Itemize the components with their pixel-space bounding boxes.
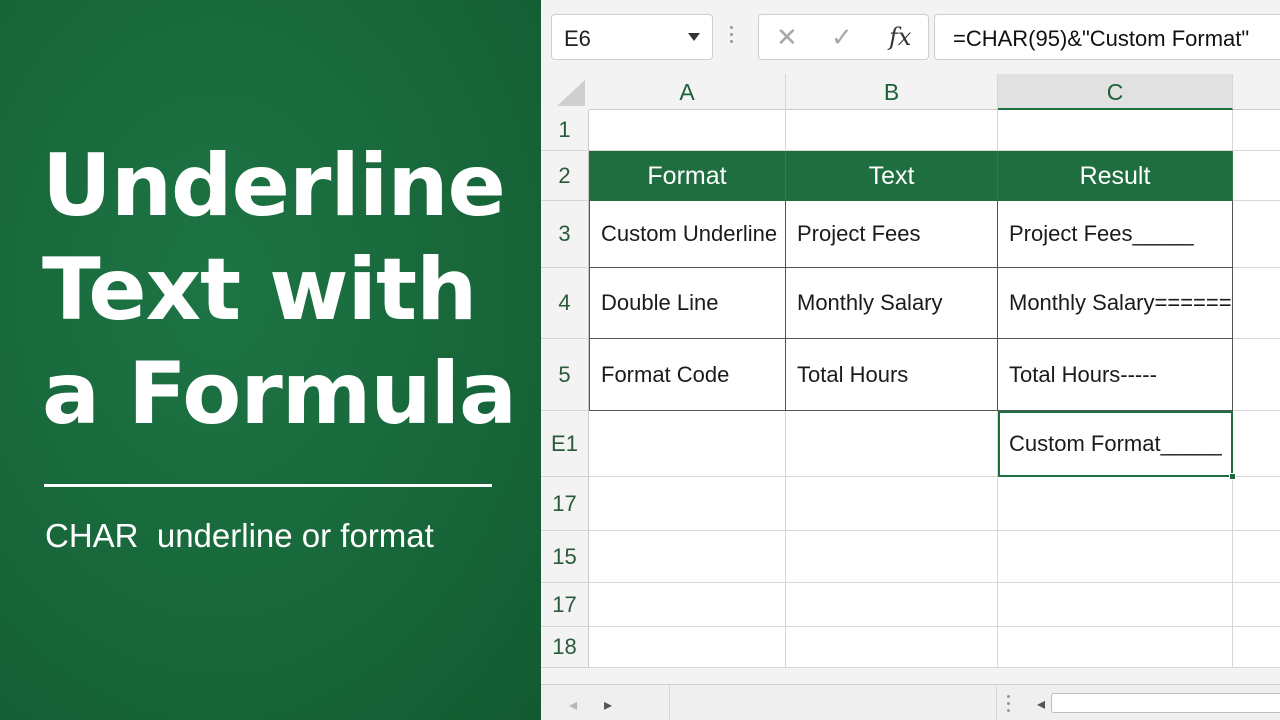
- cell-d[interactable]: [1233, 151, 1280, 201]
- cell-b[interactable]: [786, 531, 998, 583]
- cell-a[interactable]: [589, 531, 786, 583]
- formula-input[interactable]: =CHAR(95)&"Custom Format": [934, 14, 1280, 60]
- name-box[interactable]: E6: [551, 14, 713, 60]
- scroll-left-icon[interactable]: ◂: [1037, 694, 1045, 714]
- table-header-cell[interactable]: Result: [998, 151, 1233, 201]
- cell-a[interactable]: [589, 411, 786, 477]
- headline-line-1: Underline: [42, 136, 506, 236]
- cell-d[interactable]: [1233, 477, 1280, 531]
- row-header[interactable]: 15: [541, 531, 589, 583]
- subtitle: CHAR underline or format: [45, 517, 434, 554]
- more-options-icon[interactable]: [730, 26, 734, 48]
- cell-d[interactable]: [1233, 627, 1280, 668]
- cell-b[interactable]: [786, 477, 998, 531]
- cell-c[interactable]: [998, 627, 1233, 668]
- headline: Underline Text with a Formula: [42, 134, 522, 446]
- sheet-tab-bar: ◂ ▸ ◂: [541, 684, 1280, 720]
- row-header[interactable]: 1: [541, 110, 589, 151]
- cell-d[interactable]: [1233, 110, 1280, 151]
- cell-c[interactable]: [998, 477, 1233, 531]
- column-header-c[interactable]: C: [998, 74, 1233, 110]
- thumbnail-panel: Underline Text with a Formula CHAR under…: [0, 0, 541, 720]
- cell-b[interactable]: [786, 627, 998, 668]
- table-header-cell[interactable]: Text: [786, 151, 998, 201]
- cell-c[interactable]: [998, 531, 1233, 583]
- select-all-button[interactable]: [541, 74, 589, 110]
- prev-sheet-icon[interactable]: ◂: [569, 695, 577, 715]
- formula-buttons: ✕ ✓ fx: [758, 14, 929, 60]
- headline-line-3: a Formula: [42, 344, 517, 444]
- cell-b[interactable]: Monthly Salary: [786, 268, 998, 339]
- column-header-d[interactable]: [1233, 74, 1280, 110]
- spreadsheet-window: E6 ✕ ✓ fx =CHAR(95)&"Custom Format" A B …: [541, 0, 1280, 720]
- row-header[interactable]: 18: [541, 627, 589, 668]
- chevron-down-icon[interactable]: [688, 33, 700, 41]
- row-header[interactable]: 4: [541, 268, 589, 339]
- cell-b[interactable]: Project Fees: [786, 201, 998, 268]
- cell-d[interactable]: [1233, 583, 1280, 627]
- row-header[interactable]: 17: [541, 583, 589, 627]
- row-header[interactable]: 3: [541, 201, 589, 268]
- fill-handle[interactable]: [1229, 473, 1236, 480]
- horizontal-scrollbar[interactable]: [1051, 693, 1280, 713]
- column-header-row: A B C: [541, 74, 1280, 110]
- cell-b[interactable]: [786, 411, 998, 477]
- tab-split-handle-icon[interactable]: [1007, 695, 1011, 716]
- cell-b[interactable]: [786, 110, 998, 151]
- headline-divider: [44, 484, 492, 487]
- cell-a[interactable]: [589, 110, 786, 151]
- row-header[interactable]: 17: [541, 477, 589, 531]
- cell-c[interactable]: Custom Format_____: [998, 411, 1233, 477]
- cell-d[interactable]: [1233, 411, 1280, 477]
- row-header[interactable]: 5: [541, 339, 589, 411]
- column-header-b[interactable]: B: [786, 74, 998, 110]
- cell-c[interactable]: Project Fees_____: [998, 201, 1233, 268]
- formula-text: =CHAR(95)&"Custom Format": [953, 26, 1250, 51]
- cell-a[interactable]: [589, 477, 786, 531]
- row-header[interactable]: 2: [541, 151, 589, 201]
- cell-b[interactable]: Total Hours: [786, 339, 998, 411]
- cell-c[interactable]: [998, 110, 1233, 151]
- insert-function-icon[interactable]: fx: [889, 23, 911, 51]
- name-box-value: E6: [564, 26, 591, 51]
- cell-a[interactable]: Custom Underline: [589, 201, 786, 268]
- cell-c[interactable]: [998, 583, 1233, 627]
- cell-a[interactable]: [589, 627, 786, 668]
- column-header-a[interactable]: A: [589, 74, 786, 110]
- cell-a[interactable]: Double Line: [589, 268, 786, 339]
- cell-d[interactable]: [1233, 201, 1280, 268]
- cell-d[interactable]: [1233, 339, 1280, 411]
- cell-b[interactable]: [786, 583, 998, 627]
- cell-a[interactable]: Format Code: [589, 339, 786, 411]
- cell-d[interactable]: [1233, 531, 1280, 583]
- cancel-icon[interactable]: ✕: [776, 23, 798, 51]
- row-header[interactable]: E1: [541, 411, 589, 477]
- table-header-cell[interactable]: Format: [589, 151, 786, 201]
- headline-line-2: Text with: [42, 240, 477, 340]
- next-sheet-icon[interactable]: ▸: [604, 695, 612, 715]
- check-icon[interactable]: ✓: [831, 23, 853, 51]
- cell-c[interactable]: Total Hours-----: [998, 339, 1233, 411]
- cell-d[interactable]: [1233, 268, 1280, 339]
- cell-a[interactable]: [589, 583, 786, 627]
- cell-c[interactable]: Monthly Salary=======: [998, 268, 1233, 339]
- sheet-tabs-area: [669, 685, 997, 720]
